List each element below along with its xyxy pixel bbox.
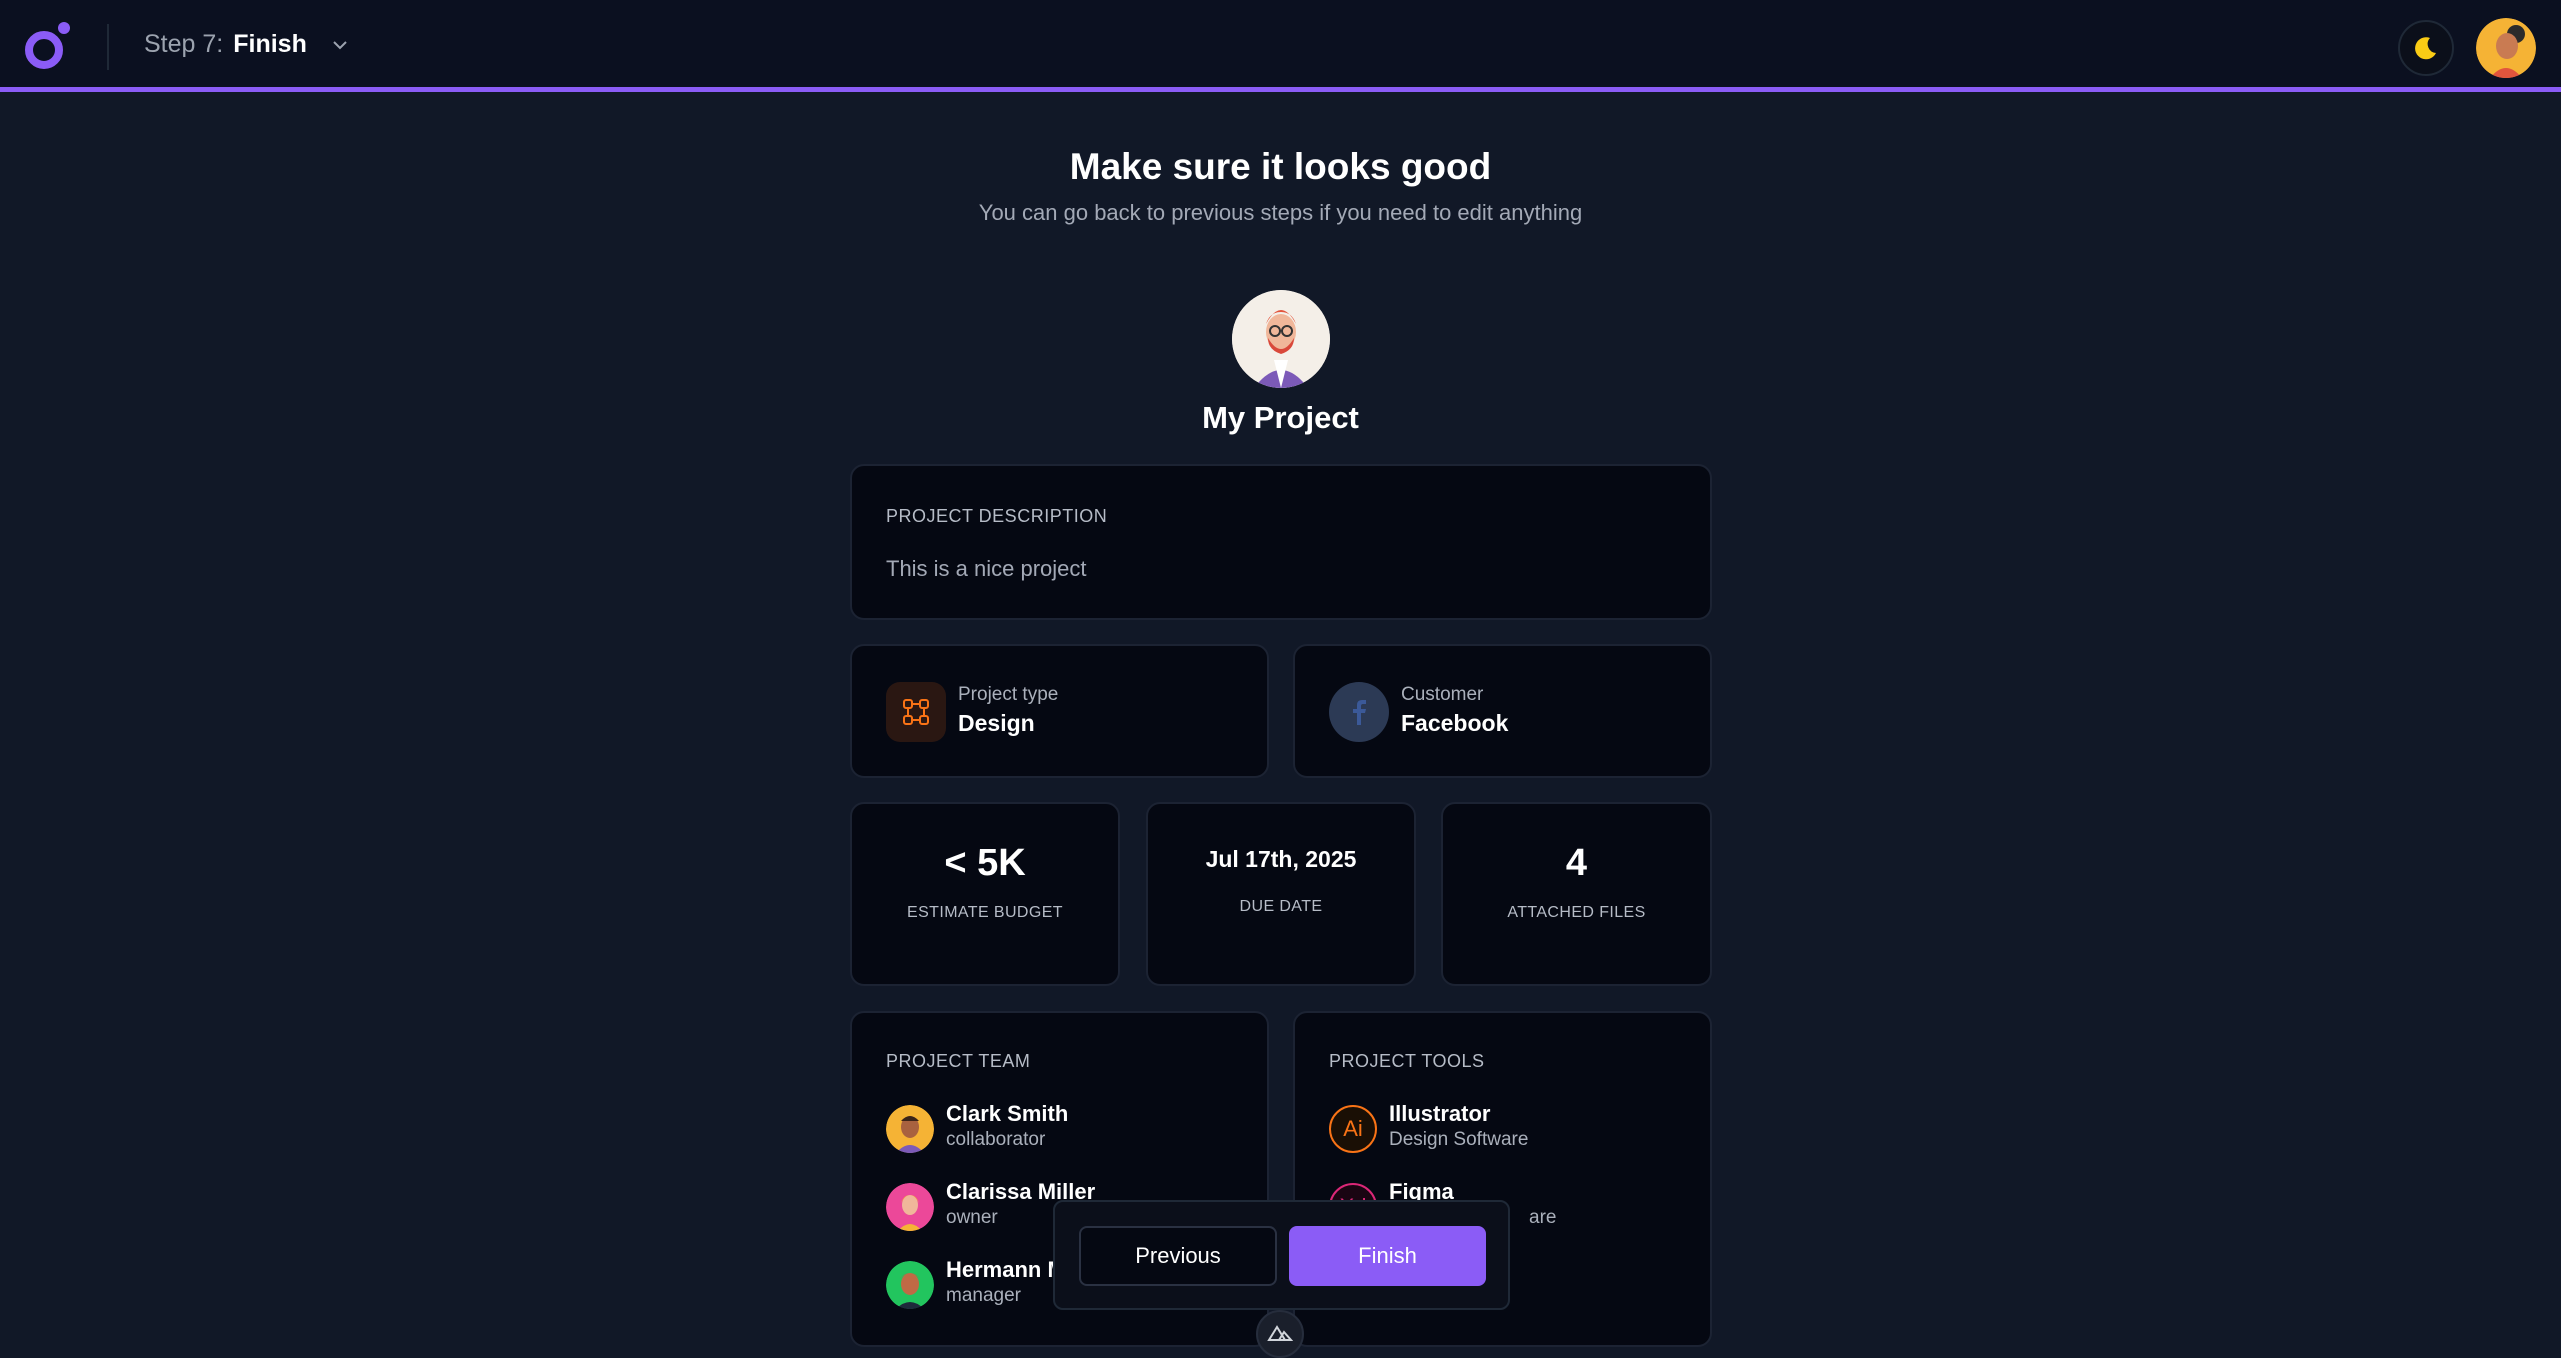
step-prefix: Step 7: <box>144 30 224 58</box>
project-type-value: Design <box>958 710 1035 736</box>
tool-name: Illustrator <box>1389 1101 1491 1126</box>
tools-label: PROJECT TOOLS <box>1329 1051 1485 1071</box>
top-navbar: Step 7: Finish <box>0 0 2561 92</box>
devtools-toggle-button[interactable] <box>1256 1310 1304 1358</box>
vector-design-icon <box>886 682 946 742</box>
project-name: My Project <box>1202 400 1359 435</box>
app-logo[interactable] <box>22 20 74 72</box>
project-type-label: Project type <box>958 684 1059 705</box>
previous-button[interactable]: Previous <box>1079 1226 1277 1286</box>
chevron-down-icon <box>333 40 347 49</box>
facebook-icon <box>1329 682 1389 742</box>
illustrator-icon: Ai <box>1329 1105 1377 1153</box>
attached-files-value: 4 <box>1565 842 1588 884</box>
member-role: collaborator <box>946 1129 1046 1150</box>
attached-files-label: ATTACHED FILES <box>1507 904 1646 921</box>
user-avatar[interactable] <box>2476 18 2536 78</box>
budget-label: ESTIMATE BUDGET <box>907 904 1063 921</box>
budget-value: < 5K <box>944 842 1026 884</box>
page-title: Make sure it looks good <box>1069 146 1492 187</box>
team-member[interactable]: Hermann M manager <box>886 1257 1066 1309</box>
budget-card: < 5K ESTIMATE BUDGET <box>850 802 1120 986</box>
description-text: This is a nice project <box>886 556 1087 581</box>
member-role: manager <box>946 1285 1021 1306</box>
member-avatar <box>886 1105 934 1153</box>
header-divider <box>107 24 109 70</box>
due-date-label: DUE DATE <box>1239 898 1323 915</box>
team-member[interactable]: Clark Smith collaborator <box>886 1101 1068 1153</box>
description-label: PROJECT DESCRIPTION <box>886 506 1108 526</box>
wizard-action-bar: Previous Finish <box>1053 1200 1510 1310</box>
tool-type: Design Software <box>1389 1129 1529 1150</box>
step-name: Finish <box>233 30 307 58</box>
customer-label: Customer <box>1401 684 1484 705</box>
member-name: Clark Smith <box>946 1101 1069 1126</box>
tool-item[interactable]: Ai Illustrator Design Software <box>1329 1101 1528 1153</box>
project-avatar <box>1232 290 1330 388</box>
attached-files-card: 4 ATTACHED FILES <box>1441 802 1712 986</box>
member-avatar <box>886 1261 934 1309</box>
description-card: PROJECT DESCRIPTION This is a nice proje… <box>850 464 1712 620</box>
customer-card: Customer Facebook <box>1293 644 1712 778</box>
project-type-card: Project type Design <box>850 644 1269 778</box>
theme-toggle-button[interactable] <box>2398 20 2454 76</box>
due-date-card: Jul 17th, 2025 DUE DATE <box>1146 802 1416 986</box>
member-name: Hermann M <box>946 1257 1066 1282</box>
team-label: PROJECT TEAM <box>886 1051 1031 1071</box>
member-avatar <box>886 1183 934 1231</box>
page-subtitle: You can go back to previous steps if you… <box>978 200 1583 225</box>
due-date-value: Jul 17th, 2025 <box>1205 846 1357 872</box>
moon-icon <box>2415 37 2436 60</box>
finish-button[interactable]: Finish <box>1289 1226 1486 1286</box>
nuxt-icon <box>1267 1325 1293 1341</box>
step-selector[interactable]: Step 7: Finish <box>144 30 349 59</box>
customer-value: Facebook <box>1401 710 1509 736</box>
